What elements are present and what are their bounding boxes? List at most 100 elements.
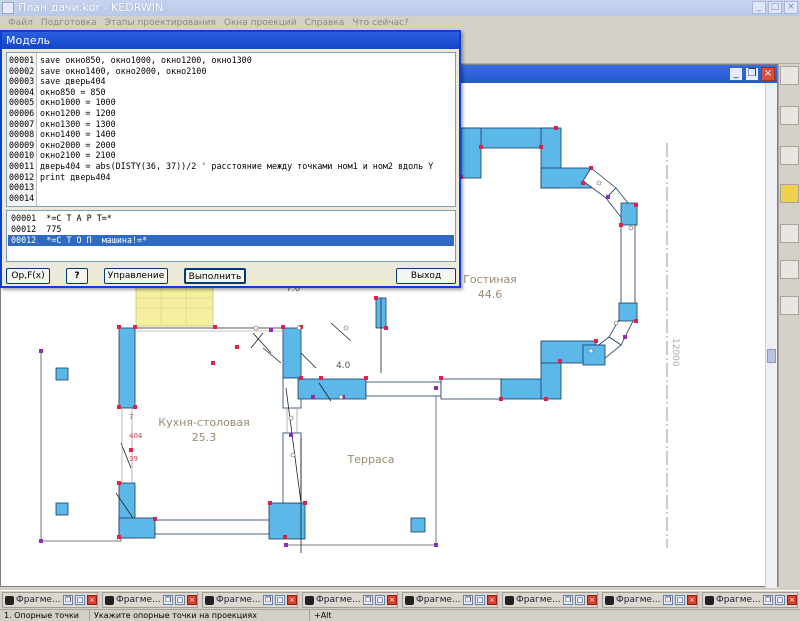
line-number: 00001 xyxy=(9,55,35,65)
tool-pages-icon[interactable] xyxy=(780,260,799,279)
line-code[interactable]: print дверь404 xyxy=(40,172,111,183)
fragment-maximize-icon[interactable]: □ xyxy=(475,595,485,605)
line-number: 00012 xyxy=(9,171,35,182)
tool-build-icon[interactable] xyxy=(780,184,799,203)
menu-projection-windows[interactable]: Окна проекций xyxy=(220,16,301,30)
line-code[interactable]: окно1400 = 1400 xyxy=(40,129,116,140)
fragment-restore-icon[interactable]: ❐ xyxy=(463,595,473,605)
output-line[interactable]: 00012 775 xyxy=(8,224,454,235)
room-kitchen-area: 25.3 xyxy=(192,431,217,444)
scrollbar-thumb[interactable] xyxy=(767,349,776,363)
fragment-maximize-icon[interactable]: □ xyxy=(175,595,185,605)
fragment-tab[interactable]: Фрагме... ❐ □ × xyxy=(302,592,398,608)
fragment-tab[interactable]: Фрагме... ❐ □ × xyxy=(402,592,498,608)
fragment-icon xyxy=(305,596,314,605)
line-code[interactable]: save дверь404 xyxy=(40,76,106,87)
help-button[interactable]: ? xyxy=(66,268,88,284)
fragment-restore-icon[interactable]: ❐ xyxy=(563,595,573,605)
output-console[interactable]: 00001 *=С Т А Р Т=* 00012 775 00012 *=С … xyxy=(6,210,456,262)
line-code[interactable]: окно850 = 850 xyxy=(40,87,106,98)
fragment-label: Фрагме... xyxy=(416,595,461,605)
menu-preparation[interactable]: Подготовка xyxy=(37,16,101,30)
app-title-bar: План дачи.kdr - KEDRWIN _ □ × xyxy=(0,0,800,16)
fragment-close-icon[interactable]: × xyxy=(687,595,697,605)
fragment-maximize-icon[interactable]: □ xyxy=(775,595,785,605)
line-number: 00006 xyxy=(9,108,35,118)
menu-bar: Файл Подготовка Этапы проектирования Окн… xyxy=(0,16,800,30)
fragment-restore-icon[interactable]: ❐ xyxy=(663,595,673,605)
line-code[interactable]: окно1200 = 1200 xyxy=(40,108,116,119)
op-fx-button[interactable]: Op,F(x) xyxy=(6,268,50,284)
fragment-close-icon[interactable]: × xyxy=(187,595,197,605)
exit-button[interactable]: Выход xyxy=(396,268,456,284)
fragment-restore-icon[interactable]: ❐ xyxy=(363,595,373,605)
tool-points-icon[interactable] xyxy=(780,66,799,85)
menu-file[interactable]: Файл xyxy=(4,16,37,30)
fragment-close-icon[interactable]: × xyxy=(487,595,497,605)
line-code[interactable]: дверь404 = abs(DISTY(36, 37))/2 ' рассто… xyxy=(40,161,433,172)
menu-help[interactable]: Справка xyxy=(301,16,349,30)
fragment-restore-icon[interactable]: ❐ xyxy=(763,595,773,605)
fragment-close-icon[interactable]: × xyxy=(387,595,397,605)
fragment-maximize-icon[interactable]: □ xyxy=(275,595,285,605)
line-number: 00009 xyxy=(9,139,35,150)
fragment-close-icon[interactable]: × xyxy=(87,595,97,605)
tool-copy-icon[interactable] xyxy=(780,224,799,243)
control-button[interactable]: Управление xyxy=(104,268,168,284)
menu-design-stages[interactable]: Этапы проектирования xyxy=(101,16,220,30)
fragment-maximize-icon[interactable]: □ xyxy=(375,595,385,605)
tool-lift-icon[interactable] xyxy=(780,146,799,165)
line-number: 00014 xyxy=(9,192,35,203)
fragment-close-icon[interactable]: × xyxy=(287,595,297,605)
close-icon[interactable]: × xyxy=(784,1,798,14)
tool-layers-icon[interactable] xyxy=(780,296,799,315)
fragment-tab[interactable]: Фрагме... ❐ □ × xyxy=(202,592,298,608)
fragment-tab[interactable]: Фрагме... ❐ □ × xyxy=(502,592,598,608)
menu-whats-now[interactable]: Что сейчас? xyxy=(348,16,413,30)
fragment-close-icon[interactable]: × xyxy=(587,595,597,605)
status-key: +Alt xyxy=(314,611,332,620)
window-restore-icon[interactable]: ❐ xyxy=(745,67,759,81)
fragment-label: Фрагме... xyxy=(316,595,361,605)
line-code[interactable]: окно2100 = 2100 xyxy=(40,150,116,161)
line-number: 00002 xyxy=(9,65,35,76)
fragment-close-icon[interactable]: × xyxy=(787,595,797,605)
fragment-tab[interactable]: Фрагме... ❐ □ × xyxy=(102,592,198,608)
fragment-tab[interactable]: Фрагме... ❐ □ × xyxy=(602,592,698,608)
fragment-maximize-icon[interactable]: □ xyxy=(675,595,685,605)
line-number: 00008 xyxy=(9,129,35,140)
run-button[interactable]: Выполнить xyxy=(184,268,246,284)
line-code[interactable]: save окно1400, окно2000, окно2100 xyxy=(40,66,206,77)
app-logo-icon xyxy=(2,2,14,14)
door-dimension-label: 404 xyxy=(129,432,143,440)
minimize-icon[interactable]: _ xyxy=(752,1,766,14)
tool-nodes-icon[interactable] xyxy=(780,106,799,125)
vertical-scrollbar[interactable] xyxy=(765,83,777,588)
fragment-tab[interactable]: Фрагме... ❐ □ × xyxy=(2,592,98,608)
line-number: 00005 xyxy=(9,97,35,108)
line-code[interactable]: окно2000 = 2000 xyxy=(40,140,116,151)
fragment-restore-icon[interactable]: ❐ xyxy=(63,595,73,605)
fragment-taskbar: Фрагме... ❐ □ × Фрагме... ❐ □ × Фрагме... ❐ □ × Фраг… xyxy=(0,590,800,608)
room-living-name: Гостиная xyxy=(463,273,517,286)
line-code[interactable]: save окно850, окно1000, окно1200, окно13… xyxy=(40,55,252,66)
maximize-icon[interactable]: □ xyxy=(768,1,782,14)
fragment-label: Фрагме... xyxy=(516,595,561,605)
fragment-icon xyxy=(205,596,214,605)
fragment-maximize-icon[interactable]: □ xyxy=(75,595,85,605)
fragment-restore-icon[interactable]: ❐ xyxy=(163,595,173,605)
code-editor[interactable]: 00001 save окно850, окно1000, окно1200, о… xyxy=(6,52,456,207)
line-code[interactable]: окно1000 = 1000 xyxy=(40,97,116,108)
fragment-icon xyxy=(705,596,714,605)
output-line-selected[interactable]: 00012 *=С Т О П машина!=* xyxy=(8,235,454,246)
fragment-label: Фрагме... xyxy=(16,595,61,605)
fragment-maximize-icon[interactable]: □ xyxy=(575,595,585,605)
output-line[interactable]: 00001 *=С Т А Р Т=* xyxy=(8,213,454,224)
fragment-icon xyxy=(505,596,514,605)
window-minimize-icon[interactable]: _ xyxy=(729,67,743,81)
line-code[interactable]: окно1300 = 1300 xyxy=(40,119,116,130)
fragment-restore-icon[interactable]: ❐ xyxy=(263,595,273,605)
fragment-tab[interactable]: Фрагме... ❐ □ × xyxy=(702,592,798,608)
window-close-icon[interactable]: × xyxy=(761,67,775,81)
fragment-icon xyxy=(605,596,614,605)
